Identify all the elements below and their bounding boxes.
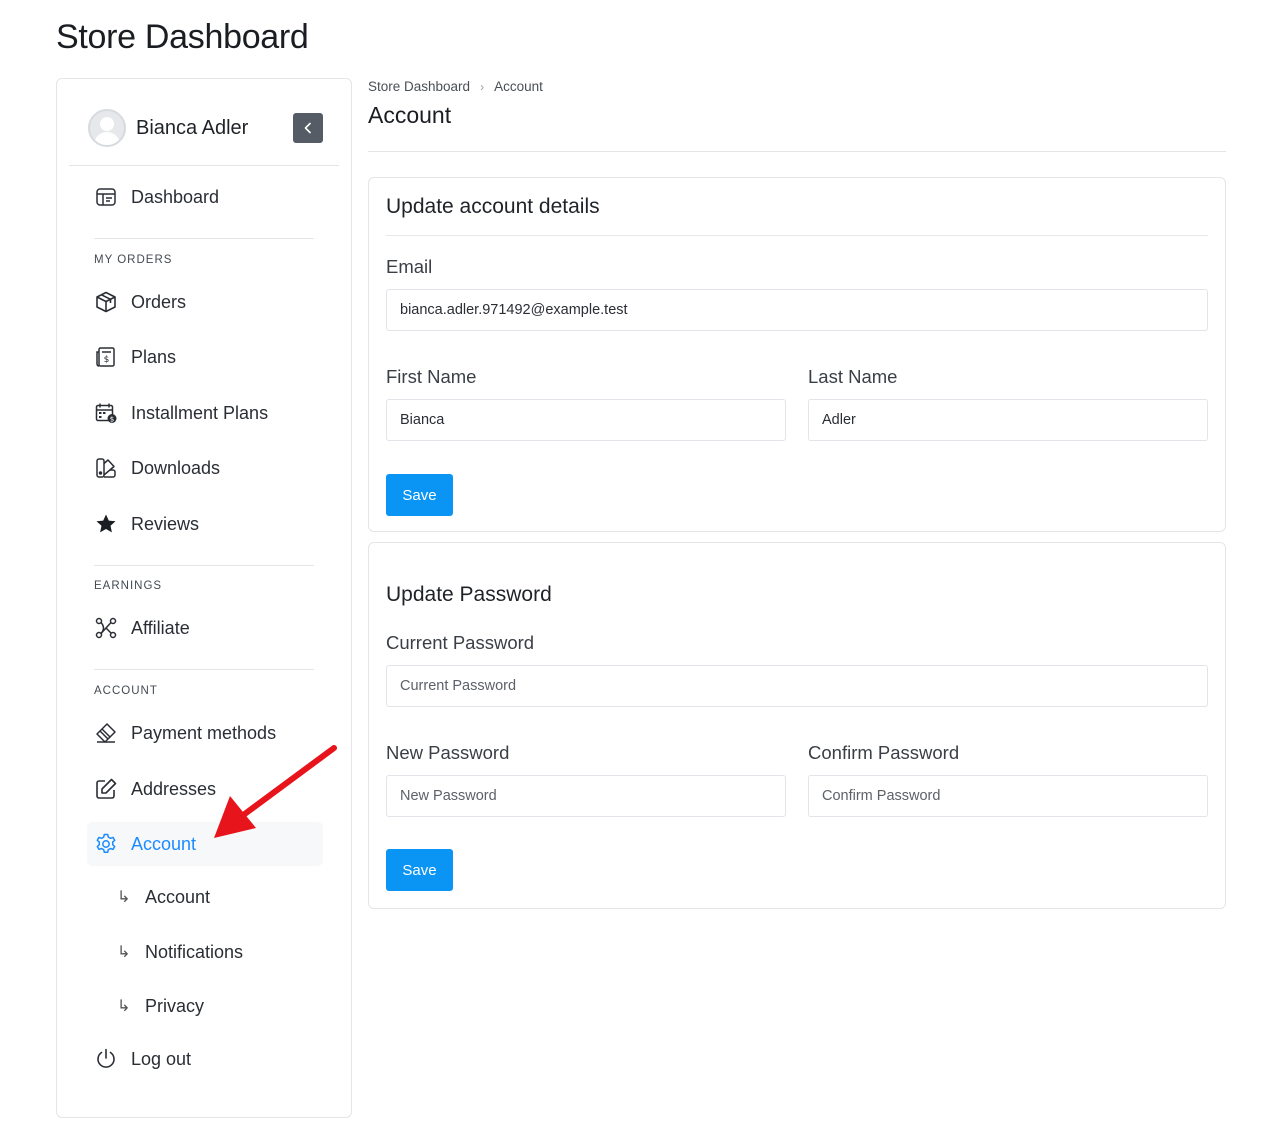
current-password-label: Current Password (386, 632, 535, 653)
chevron-left-icon (304, 122, 311, 134)
email-label: Email (386, 256, 433, 277)
email-field[interactable] (386, 289, 1208, 331)
profile-name: Bianca Adler (136, 117, 249, 139)
profile-header: Bianca Adler (69, 79, 339, 166)
svg-text:$: $ (110, 415, 114, 423)
card-title: Update account details (386, 195, 600, 218)
sidebar-item-label: Affiliate (131, 617, 190, 638)
main-title: Account (368, 102, 452, 128)
package-icon (93, 289, 119, 315)
new-password-label: New Password (386, 742, 510, 763)
divider (386, 235, 1208, 236)
credit-card-icon (93, 720, 119, 746)
account-details-card: Update account details Email First Name … (368, 177, 1226, 532)
confirm-password-label: Confirm Password (808, 742, 960, 763)
first-name-label: First Name (386, 366, 477, 387)
sidebar-item-label: Log out (131, 1048, 192, 1069)
sidebar-subitem-privacy[interactable]: ↳ Privacy (111, 986, 311, 1026)
save-account-button[interactable]: Save (386, 474, 453, 516)
sidebar-subitem-account[interactable]: ↳ Account (111, 877, 311, 917)
sidebar-subitem-label: Privacy (145, 995, 205, 1016)
network-icon (93, 615, 119, 641)
sub-arrow-icon: ↳ (117, 889, 131, 906)
swatch-book-icon (93, 455, 119, 481)
page-title: Store Dashboard (56, 18, 309, 56)
first-name-field[interactable] (386, 399, 786, 441)
card-title: Update Password (386, 583, 552, 606)
sidebar-item-label: Plans (131, 346, 177, 367)
update-password-card: Update Password Current Password New Pas… (368, 542, 1226, 909)
sidebar-item-logout[interactable]: Log out (87, 1037, 323, 1081)
divider (94, 565, 314, 566)
section-label-earnings: EARNINGS (94, 580, 163, 592)
breadcrumb-root-link[interactable]: Store Dashboard (368, 79, 470, 94)
calendar-dollar-icon: $ (93, 400, 119, 426)
section-label-orders: MY ORDERS (94, 254, 173, 266)
sidebar-item-label: Reviews (131, 513, 200, 534)
sub-arrow-icon: ↳ (117, 944, 131, 961)
divider (94, 669, 314, 670)
annotation-arrow-icon (214, 745, 337, 838)
edit-icon (93, 776, 119, 802)
section-label-account: ACCOUNT (94, 685, 158, 697)
sub-arrow-icon: ↳ (117, 998, 131, 1015)
sidebar-item-affiliate[interactable]: Affiliate (87, 606, 323, 650)
sidebar-item-installment-plans[interactable]: $ Installment Plans (87, 391, 323, 435)
power-icon (93, 1046, 119, 1072)
sidebar-subitem-label: Notifications (145, 941, 244, 962)
divider (368, 151, 1226, 152)
sidebar-item-label: Account (131, 833, 197, 854)
sidebar-subitem-notifications[interactable]: ↳ Notifications (111, 932, 311, 972)
new-password-field[interactable] (386, 775, 786, 817)
sidebar-item-label: Dashboard (131, 186, 220, 207)
last-name-field[interactable] (808, 399, 1208, 441)
chevron-right-icon: › (480, 79, 485, 94)
star-icon (93, 511, 119, 537)
sidebar-item-reviews[interactable]: Reviews (87, 502, 323, 546)
current-password-field[interactable] (386, 665, 1208, 707)
sidebar-item-dashboard[interactable]: Dashboard (87, 175, 323, 219)
last-name-label: Last Name (808, 366, 898, 387)
sidebar-item-plans[interactable]: $ Plans (87, 335, 323, 379)
sidebar-subitem-label: Account (145, 886, 211, 907)
sidebar-item-orders[interactable]: Orders (87, 280, 323, 324)
sidebar-item-label: Installment Plans (131, 402, 269, 423)
save-password-button[interactable]: Save (386, 849, 453, 891)
invoice-dollar-icon: $ (93, 344, 119, 370)
sidebar-collapse-button[interactable] (293, 113, 323, 143)
sidebar-item-downloads[interactable]: Downloads (87, 446, 323, 490)
sidebar: Bianca Adler Dashboard MY ORDERS Orders … (56, 78, 352, 1118)
breadcrumb: Store Dashboard › Account (368, 79, 543, 94)
svg-text:$: $ (104, 355, 110, 365)
sidebar-item-label: Orders (131, 291, 187, 312)
divider (94, 238, 314, 239)
confirm-password-field[interactable] (808, 775, 1208, 817)
dashboard-icon (93, 184, 119, 210)
breadcrumb-current: Account (494, 79, 543, 94)
sidebar-item-label: Downloads (131, 457, 221, 478)
avatar (88, 109, 126, 147)
gear-icon (93, 831, 119, 857)
